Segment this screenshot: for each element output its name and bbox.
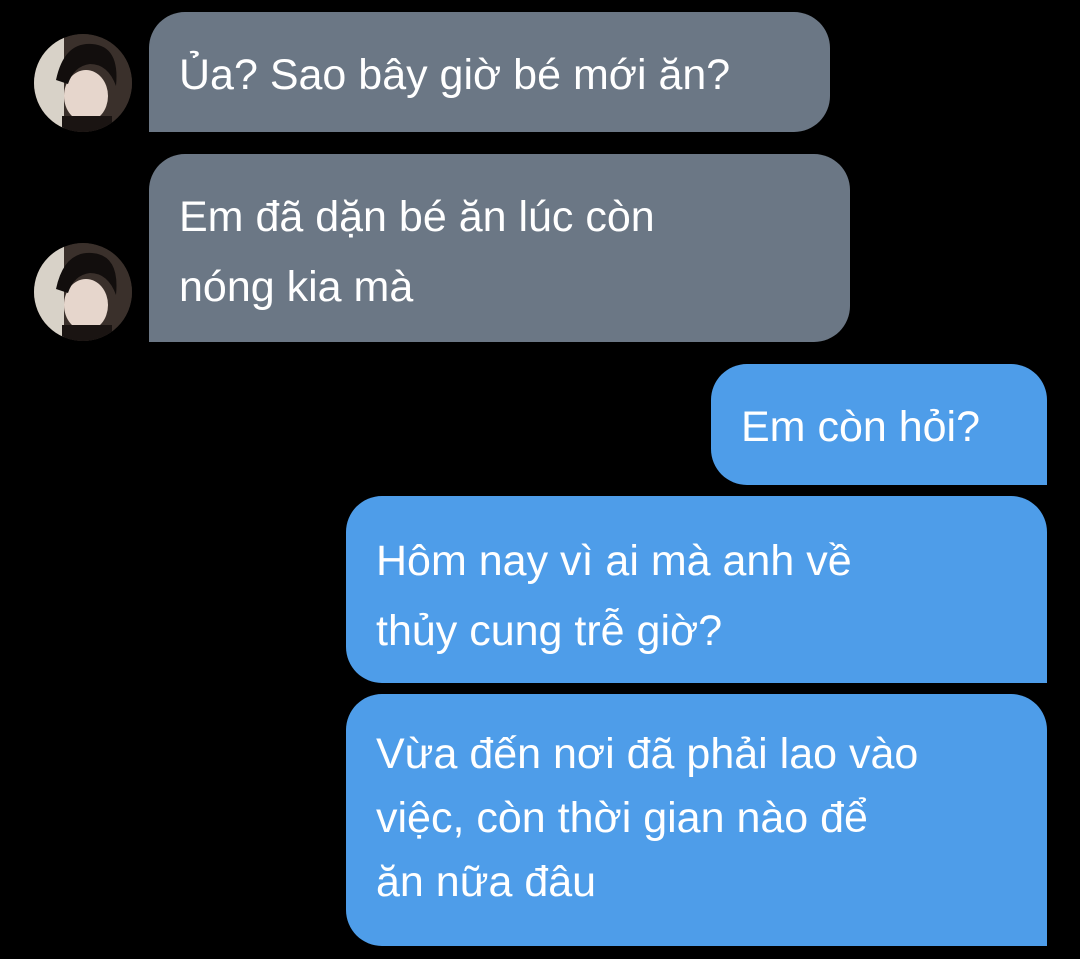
- chat-thread: Ủa? Sao bây giờ bé mới ăn? Em đã dặn bé …: [0, 0, 1080, 959]
- message-bubble-outgoing[interactable]: Hôm nay vì ai mà anh về thủy cung trễ gi…: [346, 496, 1047, 683]
- avatar-photo-icon: [34, 243, 132, 341]
- message-bubble-outgoing[interactable]: Em còn hỏi?: [711, 364, 1047, 485]
- contact-avatar[interactable]: [34, 34, 132, 132]
- message-bubble-incoming[interactable]: Em đã dặn bé ăn lúc còn nóng kia mà: [149, 154, 850, 342]
- message-bubble-outgoing[interactable]: Vừa đến nơi đã phải lao vào việc, còn th…: [346, 694, 1047, 946]
- contact-avatar[interactable]: [34, 243, 132, 341]
- message-bubble-incoming[interactable]: Ủa? Sao bây giờ bé mới ăn?: [149, 12, 830, 132]
- avatar-photo-icon: [34, 34, 132, 132]
